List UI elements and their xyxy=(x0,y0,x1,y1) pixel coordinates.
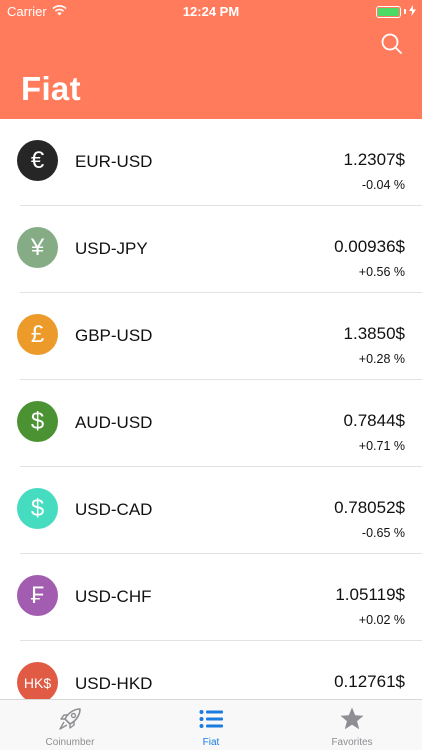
app-header: Carrier 12:24 PM Fiat xyxy=(0,0,422,119)
battery-tip xyxy=(404,9,406,14)
change-value: -0.65 % xyxy=(361,526,405,540)
tab-label: Coinumber xyxy=(45,737,95,748)
rate-row[interactable]: ₣ USD-CHF 1.05119$ +0.02 % xyxy=(0,554,422,641)
dollar-icon: $ xyxy=(17,488,58,529)
tab-fiat[interactable]: Fiat xyxy=(141,700,281,750)
status-right xyxy=(376,4,416,19)
change-value: +0.02 % xyxy=(358,613,405,627)
pair-label: USD-HKD xyxy=(75,674,153,693)
rate-row[interactable]: $ USD-CAD 0.78052$ -0.65 % xyxy=(0,467,422,554)
price-value: 1.05119$ xyxy=(335,585,405,604)
pair-label: GBP-USD xyxy=(75,326,153,345)
pair-label: USD-CAD xyxy=(75,500,153,519)
star-icon xyxy=(282,706,422,732)
price-value: 0.7844$ xyxy=(343,411,405,430)
pound-icon: £ xyxy=(17,314,58,355)
euro-icon: € xyxy=(17,140,58,181)
search-icon xyxy=(381,33,402,54)
rocket-icon xyxy=(0,706,140,732)
pair-label: EUR-USD xyxy=(75,152,153,171)
price-value: 1.2307$ xyxy=(343,150,405,169)
rate-row[interactable]: $ AUD-USD 0.7844$ +0.71 % xyxy=(0,380,422,467)
pair-label: AUD-USD xyxy=(75,413,153,432)
tab-label: Favorites xyxy=(331,737,373,748)
search-button[interactable] xyxy=(378,30,406,58)
change-value: +0.71 % xyxy=(358,439,405,453)
battery-icon xyxy=(376,5,401,18)
tab-bar: Coinumber Fiat Favorites xyxy=(0,699,422,750)
tab-favorites[interactable]: Favorites xyxy=(282,700,422,750)
tab-label: Fiat xyxy=(202,737,220,748)
hkd-icon: HK$ xyxy=(17,662,58,699)
pair-label: USD-JPY xyxy=(75,239,148,258)
price-value: 0.00936$ xyxy=(334,237,405,256)
rates-list[interactable]: € EUR-USD 1.2307$ -0.04 % ¥ USD-JPY 0.00… xyxy=(0,119,422,699)
rate-row[interactable]: € EUR-USD 1.2307$ -0.04 % xyxy=(0,119,422,206)
change-value: +0.28 % xyxy=(358,352,405,366)
rate-row[interactable]: £ GBP-USD 1.3850$ +0.28 % xyxy=(0,293,422,380)
franc-icon: ₣ xyxy=(17,575,58,616)
list-icon xyxy=(141,706,281,732)
price-value: 1.3850$ xyxy=(343,324,405,343)
page-title: Fiat xyxy=(21,70,81,107)
change-value: -0.04 % xyxy=(361,178,405,192)
status-time: 12:24 PM xyxy=(182,4,240,19)
dollar-icon: $ xyxy=(17,401,58,442)
change-value: +0.56 % xyxy=(358,265,405,279)
status-bar: Carrier 12:24 PM xyxy=(0,0,422,22)
charging-icon xyxy=(409,4,416,19)
rate-row[interactable]: HK$ USD-HKD 0.12761$ xyxy=(0,641,422,699)
price-value: 0.78052$ xyxy=(334,498,405,517)
price-value: 0.12761$ xyxy=(334,672,405,691)
rate-row[interactable]: ¥ USD-JPY 0.00936$ +0.56 % xyxy=(0,206,422,293)
tab-coinumber[interactable]: Coinumber xyxy=(0,700,140,750)
pair-label: USD-CHF xyxy=(75,587,152,606)
yen-icon: ¥ xyxy=(17,227,58,268)
